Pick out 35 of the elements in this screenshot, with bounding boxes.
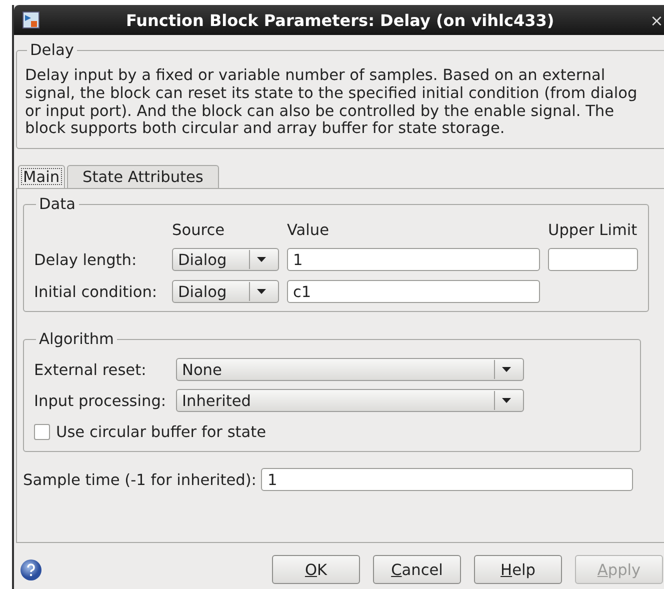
dialog-button[interactable]: OK (272, 555, 360, 584)
value-field[interactable]: c1 (287, 280, 540, 304)
column-header: Upper Limit (548, 221, 638, 240)
sample-time-field[interactable]: 1 (261, 468, 634, 492)
column-header: Value (287, 221, 330, 240)
dialog-button[interactable]: Cancel (373, 555, 461, 584)
group-title: Delay (29, 41, 75, 59)
tab[interactable]: Main (18, 165, 65, 188)
field-label: Input processing: (34, 392, 168, 410)
field-label: Delay length: (34, 250, 138, 269)
column-header: Source (172, 221, 226, 240)
field-label: Sample time (-1 for inherited): (23, 470, 256, 489)
dropdown-caret-icon (502, 367, 510, 372)
source-dropdown[interactable]: Dialog (172, 280, 279, 304)
dropdown[interactable]: Inherited (176, 389, 524, 412)
description-text: Delay input by a fixed or variable number of samples. Based on an external signal, the block can reset its state to the specified initial condition (from dialog or input port). And the block can also be controlled by the enable signal. The block supports both circular and array buffer for state storage. (25, 67, 638, 138)
dropdown-caret-icon (502, 398, 510, 404)
field-label: External reset: (34, 360, 148, 379)
field-label: Initial condition: (34, 282, 158, 301)
group-title: Algorithm (38, 330, 115, 348)
checkbox-label: Use circular buffer for state (56, 423, 266, 442)
help-icon[interactable] (20, 558, 42, 581)
window-title: Function Block Parameters: Delay (on vihlc433) (126, 10, 554, 30)
group-title: Data (38, 195, 77, 214)
close-icon[interactable]: × (650, 11, 664, 30)
dropdown[interactable]: None (176, 358, 524, 382)
value-field[interactable]: 1 (287, 248, 540, 272)
dropdown-caret-icon (256, 257, 266, 262)
checkbox[interactable] (34, 424, 50, 440)
dropdown-caret-icon (256, 289, 266, 294)
dialog-button[interactable]: Help (474, 555, 562, 584)
tab[interactable]: State Attributes (66, 165, 220, 188)
source-dropdown[interactable]: Dialog (172, 248, 279, 272)
upper-limit-field[interactable] (548, 248, 638, 272)
block-icon (22, 11, 40, 29)
